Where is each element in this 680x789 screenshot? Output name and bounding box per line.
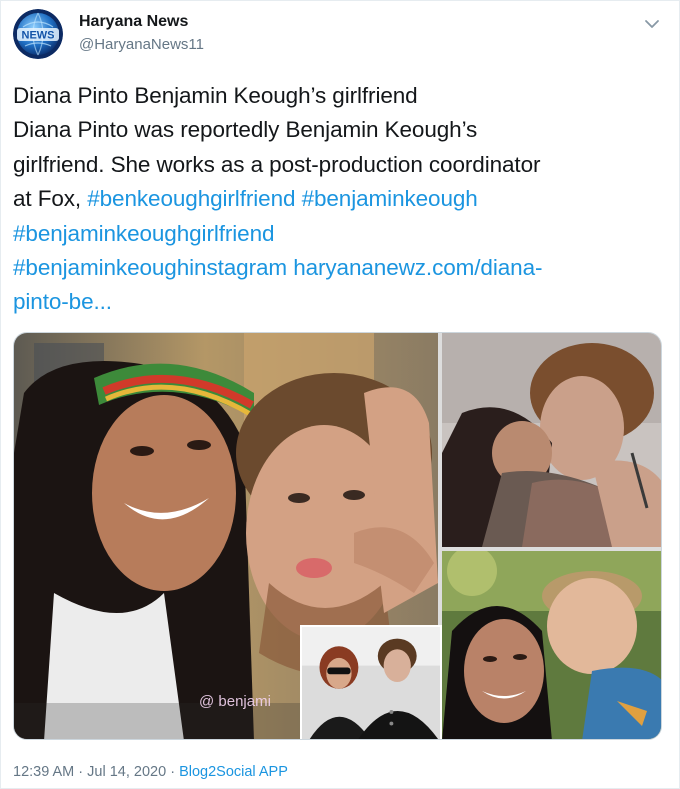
hashtag-link[interactable]: #benjaminkeoughinstagram [13, 255, 287, 280]
url-link[interactable]: haryananewz.com/diana- [293, 255, 542, 280]
tweet-text-segment: at Fox, [13, 186, 88, 212]
photo-kiss[interactable] [442, 333, 661, 547]
tweet-card: NEWS Haryana News @HaryanaNews11 Diana P… [0, 0, 680, 789]
tweet-text-segment: girlfriend. She works as a post-producti… [13, 151, 541, 177]
footer-separator: · [166, 764, 180, 780]
tweet-time[interactable]: 12:39 AM [13, 764, 74, 780]
tweet-header: NEWS Haryana News @HaryanaNews11 [13, 9, 669, 61]
hashtag-link[interactable]: #benjaminkeough [302, 186, 478, 211]
tweet-text-segment: Diana Pinto was reportedly Benjamin Keou… [13, 117, 478, 143]
svg-text:NEWS: NEWS [22, 30, 55, 42]
tweet-text-line: Diana Pinto Benjamin Keough’s girlfriend [13, 79, 663, 113]
avatar[interactable]: NEWS [13, 9, 63, 59]
hashtag-link[interactable]: #benjaminkeoughgirlfriend [13, 221, 275, 246]
tweet-text-line: #benjaminkeoughinstagram haryananewz.com… [13, 251, 663, 285]
tweet-text: Diana Pinto Benjamin Keough’s girlfriend… [13, 79, 663, 320]
author-handle: @HaryanaNews11 [79, 36, 205, 53]
tweet-media-grid: @ benjami [13, 332, 662, 740]
tweet-text-segment: Diana Pinto Benjamin Keough’s girlfriend [13, 83, 418, 108]
tweet-date[interactable]: Jul 14, 2020 [87, 764, 166, 780]
tweet-source-link[interactable]: Blog2Social APP [179, 764, 288, 780]
globe-news-logo-icon: NEWS [13, 9, 63, 59]
hashtag-link[interactable]: #benkeoughgirlfriend [87, 186, 295, 211]
chevron-down-icon[interactable] [641, 13, 663, 35]
tweet-text-line: at Fox, #benkeoughgirlfriend #benjaminke… [13, 182, 663, 216]
author-name[interactable]: Haryana News [79, 13, 188, 31]
tweet-text-line: #benjaminkeoughgirlfriend [13, 217, 663, 251]
url-link[interactable]: pinto-be... [13, 289, 112, 314]
tweet-text-line: pinto-be... [13, 285, 663, 319]
tweet-text-line: girlfriend. She works as a post-producti… [13, 148, 663, 182]
photo-selfie-outdoor[interactable] [442, 551, 661, 739]
tweet-text-line: Diana Pinto was reportedly Benjamin Keou… [13, 113, 663, 147]
photo-inset-couple[interactable] [300, 625, 442, 739]
photo-watermark: @ benjami [199, 693, 271, 710]
tweet-footer: 12:39 AM · Jul 14, 2020 · Blog2Social AP… [13, 764, 288, 780]
footer-separator: · [74, 764, 88, 780]
